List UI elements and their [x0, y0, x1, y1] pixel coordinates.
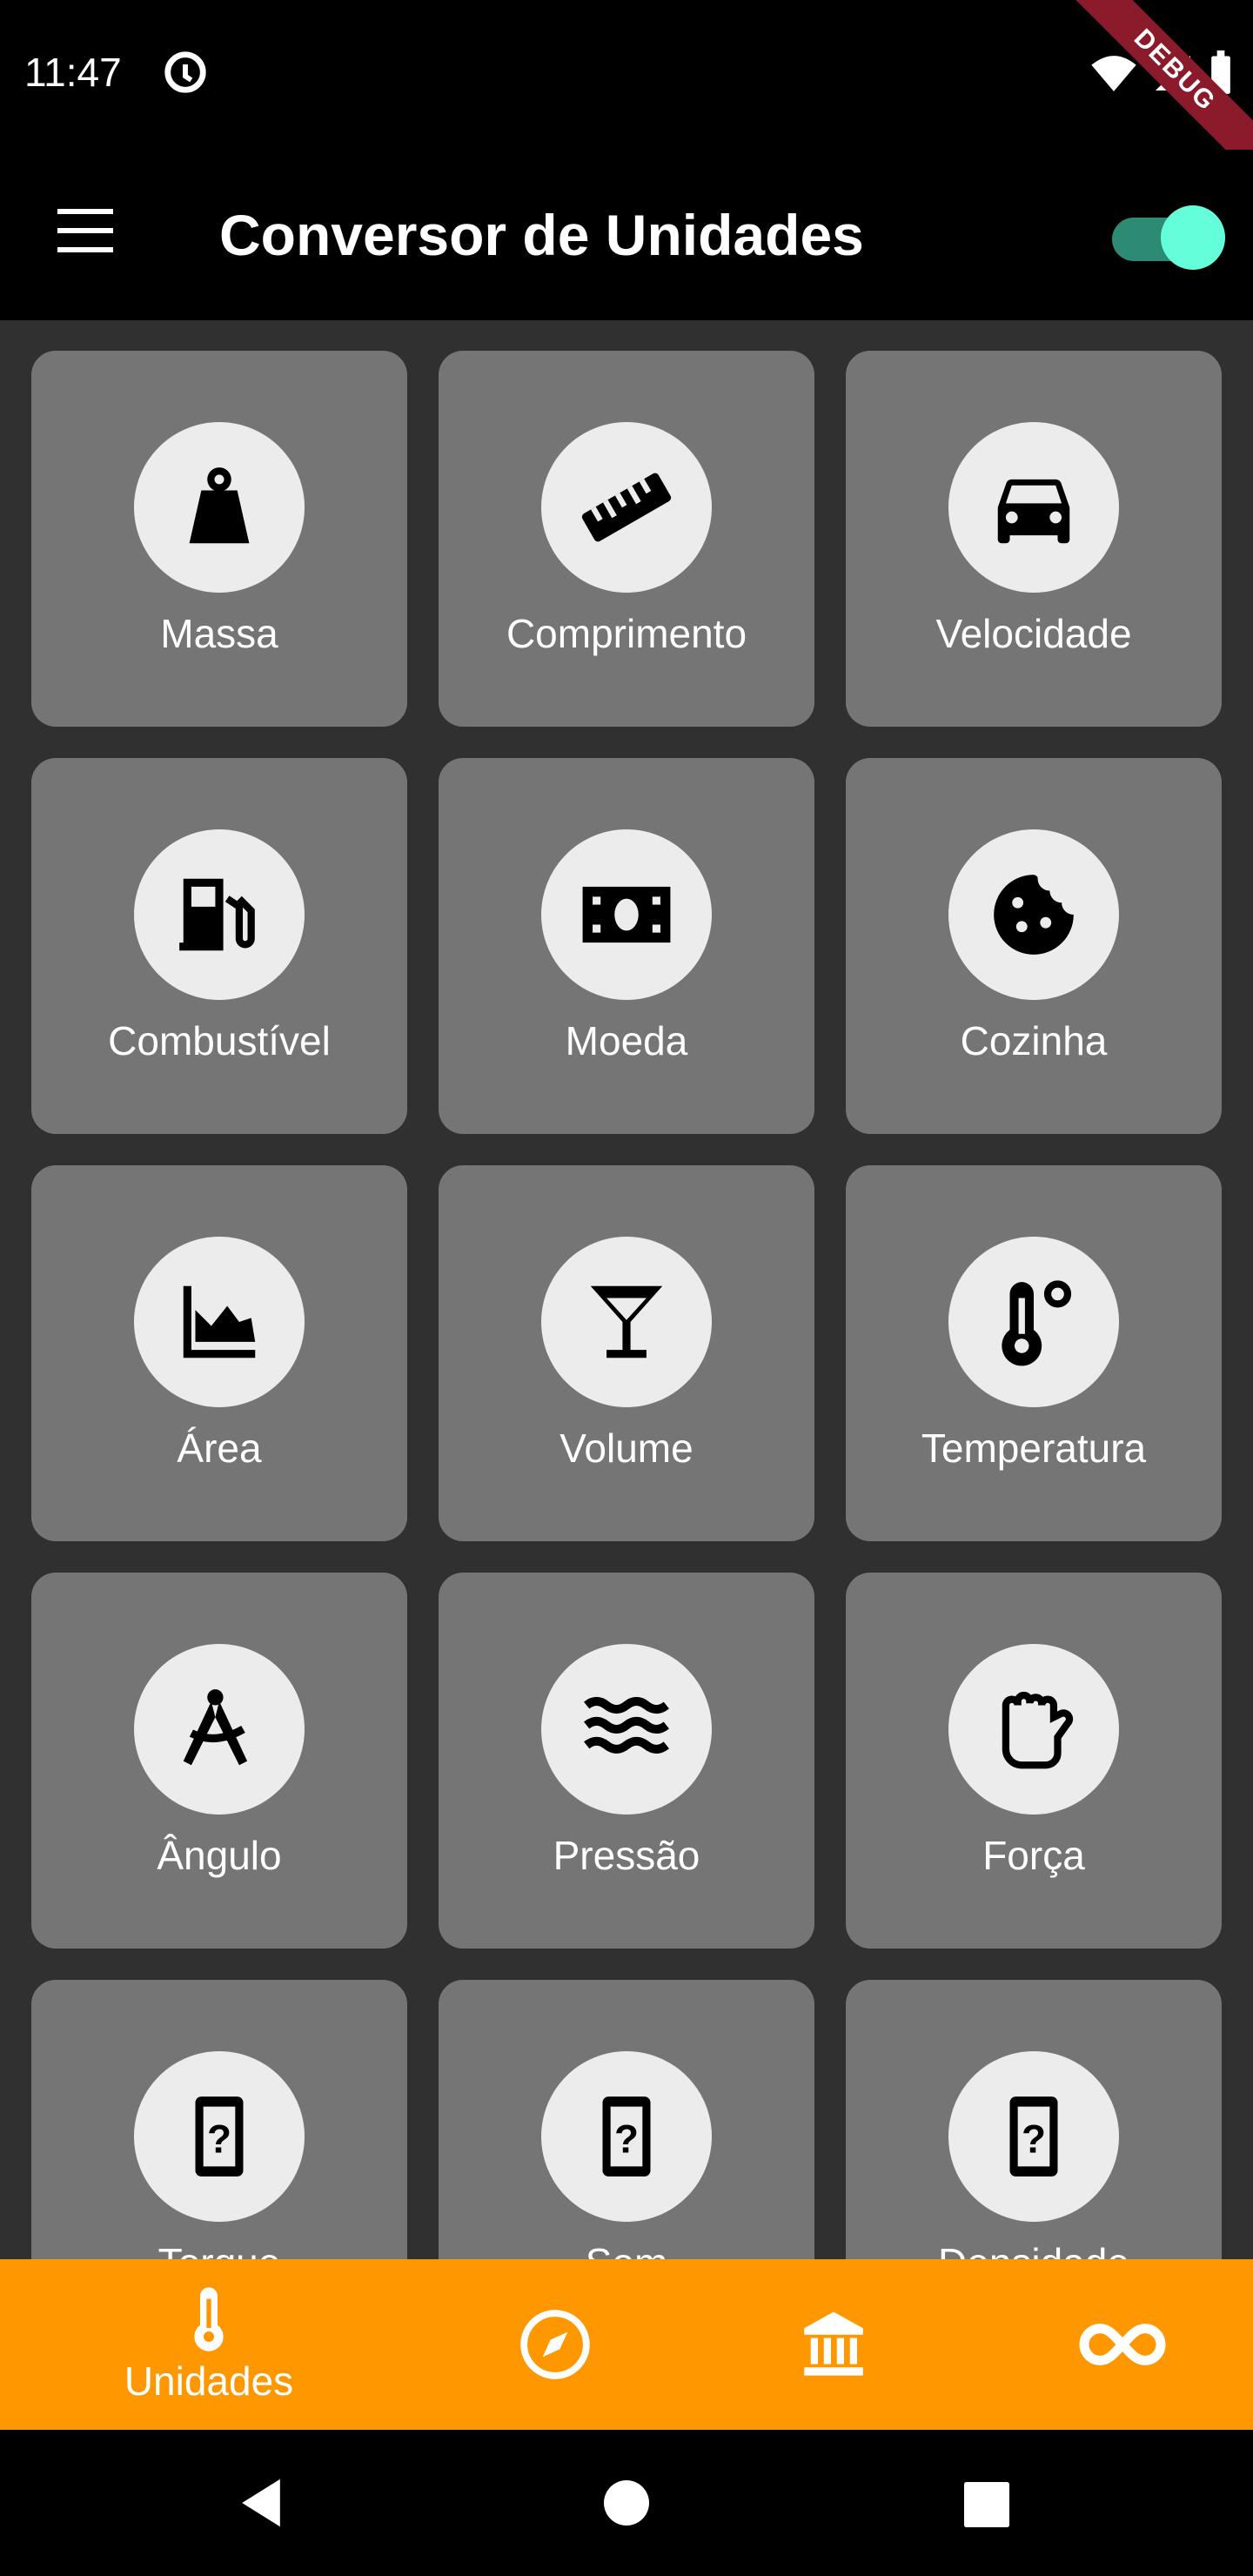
bottom-nav: Unidades: [0, 2259, 1253, 2430]
nav-item-explore[interactable]: [503, 2259, 607, 2430]
card-som[interactable]: ? Som: [439, 1980, 814, 2259]
icon-circle: ?: [541, 2051, 712, 2222]
card-label: Combustível: [108, 1018, 331, 1063]
icon-circle: [134, 1644, 305, 1815]
icon-circle: [541, 829, 712, 1000]
card-temperatura[interactable]: Temperatura: [846, 1165, 1222, 1541]
icon-circle: [541, 1237, 712, 1407]
card-area[interactable]: Área: [31, 1165, 407, 1541]
svg-text:?: ?: [207, 2116, 231, 2161]
banknote-icon: [582, 886, 671, 943]
wifi-icon: [1091, 56, 1136, 91]
icon-circle: [948, 1237, 1119, 1407]
category-grid: Massa Comprimento Velocidade Combustível…: [0, 320, 1253, 2259]
card-moeda[interactable]: Moeda: [439, 758, 814, 1134]
icon-circle: [134, 422, 305, 593]
system-nav-bar: [0, 2430, 1253, 2576]
nav-label-unidades: Unidades: [124, 2358, 294, 2404]
card-label: Torque: [31, 2239, 407, 2259]
theme-toggle[interactable]: [1112, 204, 1225, 270]
weight-icon: [189, 467, 250, 544]
svg-text:?: ?: [1022, 2116, 1046, 2161]
card-label: Pressão: [553, 1833, 700, 1878]
nav-item-bank[interactable]: [781, 2259, 886, 2430]
thermometer-celsius-icon: [1002, 1280, 1072, 1366]
app-bar: Conversor de Unidades: [0, 150, 1253, 320]
compass-drawing-icon: [183, 1689, 248, 1766]
card-label: Ângulo: [157, 1833, 282, 1878]
toggle-knob: [1161, 205, 1225, 270]
card-velocidade[interactable]: Velocidade: [846, 351, 1222, 727]
icon-circle: [134, 829, 305, 1000]
waves-icon: [584, 1696, 669, 1754]
card-cozinha[interactable]: Cozinha: [846, 758, 1222, 1134]
icon-circle: ?: [134, 2051, 305, 2222]
card-densidade[interactable]: ? Densidade: [846, 1980, 1222, 2259]
svg-text:?: ?: [614, 2116, 639, 2161]
icon-circle: [948, 829, 1119, 1000]
cocktail-glass-icon: [590, 1285, 663, 1358]
icon-circle: ?: [948, 2051, 1119, 2222]
compass-icon: [520, 2310, 590, 2379]
card-label: Massa: [160, 611, 278, 656]
card-label: Área: [177, 1426, 262, 1471]
status-time: 11:47: [24, 50, 122, 95]
fist-icon: [1002, 1691, 1074, 1769]
cookie-icon: [994, 875, 1074, 955]
thermometer-icon: [194, 2287, 224, 2351]
card-combustivel[interactable]: Combustível: [31, 758, 407, 1134]
card-label: Moeda: [565, 1018, 688, 1063]
card-angulo[interactable]: Ângulo: [31, 1573, 407, 1949]
icon-circle: [948, 1644, 1119, 1815]
status-bar: 11:47 DEBUG: [0, 0, 1253, 190]
home-icon[interactable]: [604, 2480, 649, 2526]
page-title: Conversor de Unidades: [219, 203, 864, 267]
card-label: Temperatura: [921, 1426, 1147, 1471]
card-label: Cozinha: [960, 1018, 1108, 1063]
at-sign-icon: [164, 51, 206, 93]
card-label: Velocidade: [935, 611, 1132, 656]
device-unknown-icon: ?: [195, 2096, 244, 2177]
device-unknown-icon: ?: [602, 2096, 651, 2177]
card-label: Volume: [559, 1426, 694, 1471]
icon-circle: [134, 1237, 305, 1407]
icon-circle: [541, 422, 712, 593]
card-pressao[interactable]: Pressão: [439, 1573, 814, 1949]
icon-circle: [541, 1644, 712, 1815]
card-label: Comprimento: [506, 611, 747, 656]
card-massa[interactable]: Massa: [31, 351, 407, 727]
menu-icon[interactable]: [42, 202, 129, 268]
bank-icon: [804, 2311, 863, 2376]
nav-item-more[interactable]: [1070, 2259, 1175, 2430]
device-unknown-icon: ?: [1009, 2096, 1058, 2177]
area-chart-icon: [183, 1285, 256, 1358]
nav-item-unidades[interactable]: Unidades: [104, 2259, 313, 2430]
car-icon: [997, 479, 1070, 544]
card-volume[interactable]: Volume: [439, 1165, 814, 1541]
back-icon[interactable]: [237, 2477, 285, 2529]
card-label: Densidade: [846, 2239, 1222, 2259]
card-forca[interactable]: Força: [846, 1573, 1222, 1949]
ruler-icon: [581, 473, 672, 542]
infinity-icon: [1079, 2324, 1166, 2365]
fuel-pump-icon: [179, 878, 255, 951]
card-label: Som: [439, 2239, 814, 2259]
card-comprimento[interactable]: Comprimento: [439, 351, 814, 727]
icon-circle: [948, 422, 1119, 593]
card-label: Força: [982, 1833, 1085, 1878]
card-torque[interactable]: ? Torque: [31, 1980, 407, 2259]
recents-icon[interactable]: [964, 2482, 1009, 2527]
